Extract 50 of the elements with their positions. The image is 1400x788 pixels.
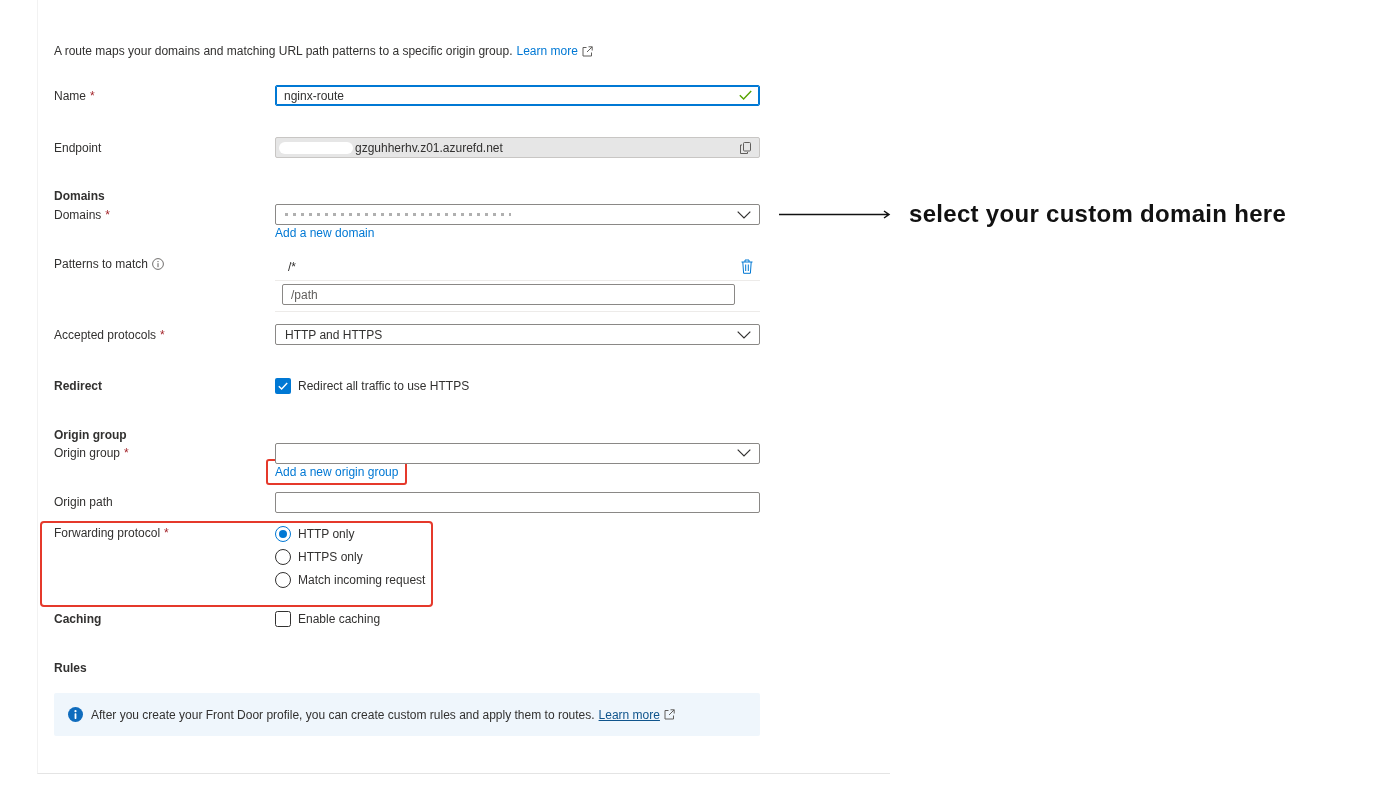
pattern-input[interactable]: /path	[282, 284, 735, 305]
info-text: After you create your Front Door profile, you can create custom rules and apply them to routes.	[91, 707, 595, 722]
external-link-icon[interactable]	[663, 709, 675, 720]
section-heading: Caching	[54, 612, 102, 626]
external-link-icon[interactable]	[581, 45, 593, 57]
text-field[interactable]: nginx-route	[275, 85, 760, 106]
callout-text: select your custom domain here	[909, 200, 1287, 228]
field-label: Accepted protocols	[54, 327, 157, 342]
field-label: Name	[54, 88, 86, 103]
field-label: Origin group	[54, 446, 121, 460]
copy-icon[interactable]	[740, 141, 751, 154]
info-icon	[68, 707, 83, 722]
field-label: Endpoint	[54, 140, 102, 155]
required-mark: *	[160, 327, 165, 342]
chevron-down-icon[interactable]	[737, 330, 751, 339]
chevron-down-icon[interactable]	[737, 449, 751, 457]
checkbox[interactable]	[275, 611, 291, 627]
dropdown[interactable]: HTTP and HTTPS	[275, 324, 760, 345]
radio-option[interactable]: HTTPS only	[275, 545, 363, 569]
read-only-field: gzguhherhv.z01.azurefd.net	[275, 137, 760, 158]
description-text: A route maps your domains and matching URL path patterns to a specific origin group.	[54, 44, 513, 58]
radio-button[interactable]	[275, 526, 291, 542]
checkbox-option[interactable]: Redirect all traffic to use HTTPS	[275, 375, 470, 396]
required-mark: *	[124, 446, 129, 460]
field-label: Domains	[54, 207, 102, 222]
radio-option[interactable]: HTTP only	[275, 522, 355, 546]
radio-button[interactable]	[275, 572, 291, 588]
checkbox[interactable]	[275, 377, 291, 394]
chevron-down-icon[interactable]	[737, 210, 751, 219]
section-heading: Rules	[54, 660, 87, 676]
required-mark: *	[90, 88, 95, 103]
section-heading: Domains	[54, 188, 105, 204]
radio-option[interactable]: Match incoming request	[275, 568, 426, 592]
section-heading: Redirect	[54, 378, 103, 393]
checkbox-option[interactable]: Enable caching	[275, 608, 381, 630]
info-icon[interactable]	[152, 257, 165, 270]
learn-more-link[interactable]: Learn more	[516, 44, 578, 58]
section-heading: Origin group	[54, 426, 127, 443]
required-mark: *	[105, 207, 111, 222]
field-label: Patterns to match	[54, 256, 149, 271]
learn-more-link[interactable]: Learn more	[598, 707, 660, 722]
text-field[interactable]	[275, 491, 760, 513]
add-link[interactable]: Add a new origin group	[275, 464, 399, 479]
pattern-text: /*	[288, 259, 296, 274]
required-mark: *	[164, 526, 169, 540]
field-label: Forwarding protocol	[54, 526, 161, 540]
field-label: Origin path	[54, 495, 113, 509]
radio-button[interactable]	[275, 549, 291, 565]
add-link[interactable]: Add a new domain	[275, 226, 375, 240]
trash-icon[interactable]	[741, 259, 753, 274]
